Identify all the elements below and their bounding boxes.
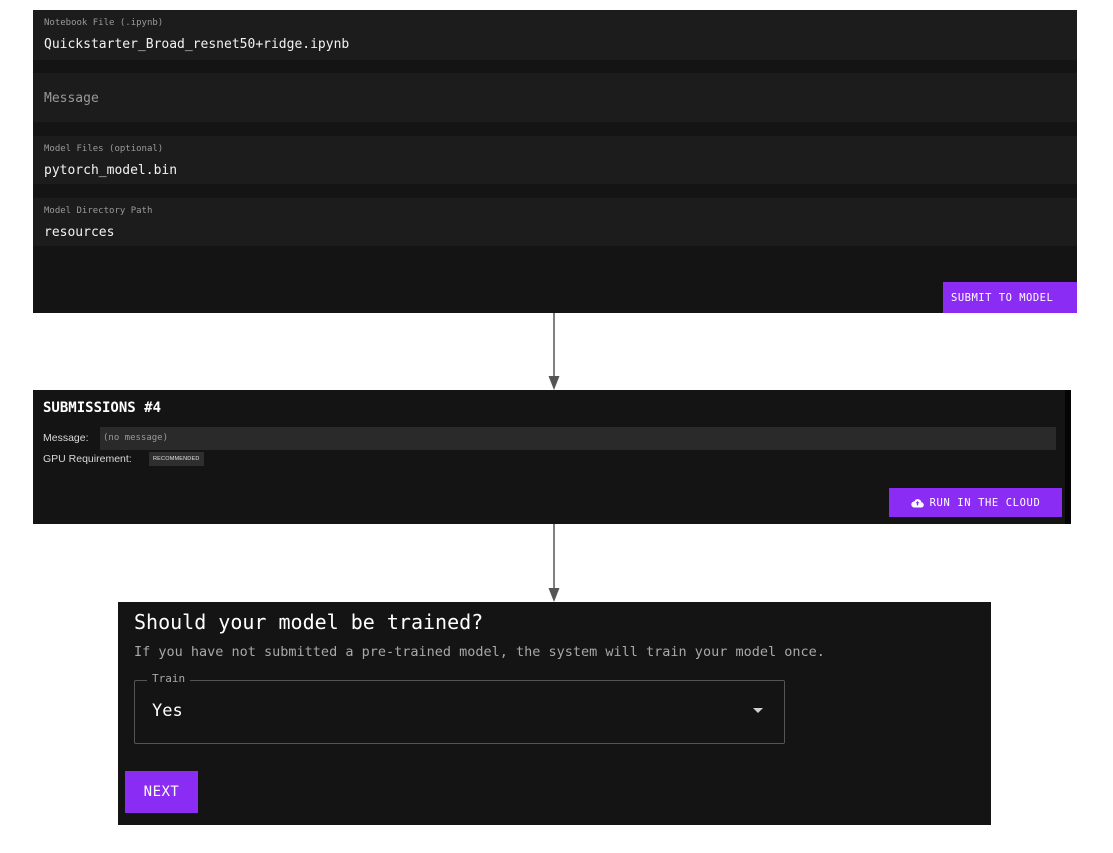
notebook-file-label: Notebook File (.ipynb): [44, 18, 164, 28]
training-question-panel: Should your model be trained? If you hav…: [118, 602, 991, 825]
flow-arrow-down-icon: [548, 524, 560, 602]
submission-message-value: (no message): [100, 427, 1056, 450]
model-directory-label: Model Directory Path: [44, 206, 153, 216]
training-question-subtitle: If you have not submitted a pre-trained …: [134, 644, 825, 660]
run-in-the-cloud-label: RUN IN THE CLOUD: [929, 496, 1041, 509]
submissions-scrollbar[interactable]: [1065, 390, 1071, 524]
model-files-value: pytorch_model.bin: [44, 163, 178, 178]
gpu-requirement-label: GPU Requirement:: [43, 453, 132, 465]
model-directory-field[interactable]: Model Directory Path resources: [33, 198, 1077, 246]
notebook-file-field[interactable]: Notebook File (.ipynb) Quickstarter_Broa…: [33, 10, 1077, 60]
next-button[interactable]: NEXT: [125, 771, 198, 813]
gpu-requirement-badge: RECOMMENDED: [149, 452, 204, 466]
cloud-upload-icon: [910, 499, 924, 508]
submissions-panel: SUBMISSIONS #4 Message: (no message) GPU…: [33, 390, 1071, 524]
caret-down-icon: [753, 708, 763, 713]
train-select-value: Yes: [152, 701, 183, 721]
flow-arrow-down-icon: [548, 313, 560, 390]
message-placeholder: Message: [44, 91, 99, 106]
submission-form-panel: Notebook File (.ipynb) Quickstarter_Broa…: [33, 10, 1077, 313]
train-select-label: Train: [147, 672, 191, 685]
training-question-title: Should your model be trained?: [134, 610, 484, 634]
message-row-label: Message:: [43, 432, 89, 444]
submit-to-model-button[interactable]: SUBMIT TO MODEL: [943, 282, 1077, 313]
submissions-title: SUBMISSIONS #4: [43, 400, 162, 416]
notebook-file-value: Quickstarter_Broad_resnet50+ridge.ipynb: [44, 37, 350, 52]
model-files-label: Model Files (optional): [44, 144, 164, 154]
model-files-field[interactable]: Model Files (optional) pytorch_model.bin: [33, 136, 1077, 184]
model-directory-value: resources: [44, 225, 115, 240]
train-select[interactable]: Train Yes: [134, 672, 785, 744]
message-field[interactable]: Message: [33, 73, 1077, 122]
run-in-the-cloud-button[interactable]: RUN IN THE CLOUD: [889, 488, 1062, 517]
